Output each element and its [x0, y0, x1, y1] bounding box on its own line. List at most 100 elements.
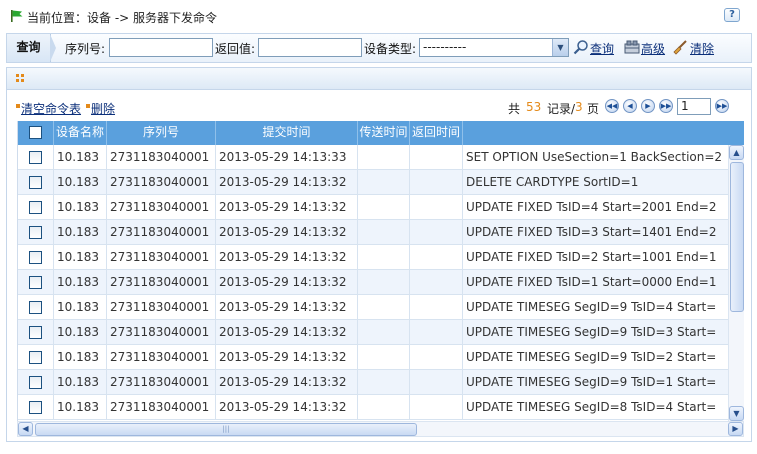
- cell-return-time: [410, 345, 463, 369]
- select-all-checkbox[interactable]: [29, 126, 42, 139]
- clear-command-table-link[interactable]: 清空命令表: [21, 100, 81, 117]
- row-checkbox[interactable]: [29, 401, 42, 414]
- advanced-button[interactable]: 高级: [641, 40, 665, 57]
- row-checkbox[interactable]: [29, 301, 42, 314]
- search-icon[interactable]: [573, 39, 589, 55]
- last-page-icon[interactable]: ▶▶: [659, 99, 673, 113]
- vertical-scrollbar[interactable]: ▲ ▼: [728, 145, 744, 421]
- cell-device-name: 10.183: [54, 145, 107, 169]
- breadcrumb: 当前位置：设备 -> 服务器下发命令: [27, 11, 218, 25]
- panel-header: [7, 68, 751, 90]
- cell-select: [18, 395, 54, 419]
- cell-return-time: [410, 320, 463, 344]
- pager-prefix: 共: [508, 102, 521, 116]
- bullet-icon: [86, 104, 90, 108]
- cell-command: UPDATE TIMESEG SegID=9 TsID=2 Start=: [466, 350, 717, 364]
- table-row[interactable]: 10.183 2731183040001 2013-05-29 14:13:32 UP…: [18, 295, 728, 320]
- scroll-left-icon[interactable]: ◀: [18, 422, 33, 436]
- cell-submit-time: 2013-05-29 14:13:32: [216, 345, 358, 369]
- go-page-icon[interactable]: ▶▶: [715, 99, 729, 113]
- cell-select: [18, 370, 54, 394]
- row-checkbox[interactable]: [29, 326, 42, 339]
- table-row[interactable]: 10.183 2731183040001 2013-05-29 14:13:32 UP…: [18, 195, 728, 220]
- cell-command: UPDATE TIMESEG SegID=8 TsID=4 Start=: [466, 400, 717, 414]
- vertical-scroll-thumb[interactable]: [730, 162, 744, 312]
- pager-total: 53: [526, 100, 542, 114]
- table-row[interactable]: 10.183 2731183040001 2013-05-29 14:13:32 DE…: [18, 170, 728, 195]
- header-return-time[interactable]: 返回时间: [410, 121, 463, 145]
- cell-select: [18, 220, 54, 244]
- page-number-input[interactable]: 1: [677, 98, 711, 115]
- table-row[interactable]: 10.183 2731183040001 2013-05-29 14:13:32 UP…: [18, 345, 728, 370]
- table-row[interactable]: 10.183 2731183040001 2013-05-29 14:13:32 UP…: [18, 270, 728, 295]
- cell-submit-time: 2013-05-29 14:13:33: [216, 145, 358, 169]
- scroll-right-icon[interactable]: ▶: [728, 422, 743, 436]
- tab-query[interactable]: 查询: [7, 34, 56, 62]
- row-checkbox[interactable]: [29, 176, 42, 189]
- row-checkbox[interactable]: [29, 226, 42, 239]
- header-command[interactable]: [463, 121, 744, 145]
- broom-icon[interactable]: [672, 39, 688, 55]
- cell-select: [18, 170, 54, 194]
- table-row[interactable]: 10.183 2731183040001 2013-05-29 14:13:32 UP…: [18, 370, 728, 395]
- cell-sent-time: [358, 220, 410, 244]
- row-checkbox[interactable]: [29, 351, 42, 364]
- scroll-up-icon[interactable]: ▲: [729, 145, 744, 160]
- serial-input[interactable]: [109, 38, 213, 57]
- table-row[interactable]: 10.183 2731183040001 2013-05-29 14:13:32 UP…: [18, 220, 728, 245]
- cell-return-time: [410, 170, 463, 194]
- clear-button[interactable]: 清除: [690, 40, 714, 57]
- bullet-icon: [16, 104, 20, 108]
- cell-select: [18, 245, 54, 269]
- row-checkbox[interactable]: [29, 151, 42, 164]
- advanced-icon[interactable]: [624, 39, 640, 55]
- cell-device-name: 10.183: [54, 195, 107, 219]
- header-sent-time[interactable]: 传送时间: [358, 121, 410, 145]
- table-row[interactable]: 10.183 2731183040001 2013-05-29 14:13:32 UP…: [18, 320, 728, 345]
- cell-return-time: [410, 295, 463, 319]
- header-serial[interactable]: 序列号: [107, 121, 216, 145]
- first-page-icon[interactable]: ◀◀: [605, 99, 619, 113]
- table-row[interactable]: 10.183 2731183040001 2013-05-29 14:13:32 UP…: [18, 395, 728, 420]
- cell-device-name: 10.183: [54, 170, 107, 194]
- prev-page-icon[interactable]: ◀: [623, 99, 637, 113]
- device-type-select[interactable]: ---------- ▼: [419, 38, 569, 57]
- horizontal-scroll-thumb[interactable]: |||: [35, 423, 417, 436]
- flag-icon: [11, 10, 23, 22]
- horizontal-scrollbar[interactable]: ◀ ||| ▶: [17, 421, 744, 437]
- results-panel: 清空命令表 删除 共 53 记录/ 3 页 ◀◀ ◀ ▶ ▶▶ 1 ▶▶ 设备名…: [6, 67, 752, 442]
- chevron-down-icon[interactable]: ▼: [552, 39, 568, 56]
- cell-command: UPDATE FIXED TsID=3 Start=1401 End=2: [466, 225, 717, 239]
- cell-select: [18, 270, 54, 294]
- delete-link[interactable]: 删除: [91, 100, 115, 117]
- cell-device-name: 10.183: [54, 245, 107, 269]
- cell-serial: 2731183040001: [107, 295, 216, 319]
- cell-sent-time: [358, 170, 410, 194]
- help-icon[interactable]: ?: [724, 8, 740, 22]
- row-checkbox[interactable]: [29, 276, 42, 289]
- cell-sent-time: [358, 145, 410, 169]
- row-checkbox[interactable]: [29, 376, 42, 389]
- return-value-input[interactable]: [258, 38, 362, 57]
- cell-sent-time: [358, 320, 410, 344]
- cell-select: [18, 145, 54, 169]
- search-button[interactable]: 查询: [590, 40, 614, 57]
- header-device-name[interactable]: 设备名称: [54, 121, 107, 145]
- cell-return-time: [410, 145, 463, 169]
- device-type-value: ----------: [423, 40, 467, 54]
- next-page-icon[interactable]: ▶: [641, 99, 655, 113]
- cell-submit-time: 2013-05-29 14:13:32: [216, 270, 358, 294]
- cell-device-name: 10.183: [54, 220, 107, 244]
- row-checkbox[interactable]: [29, 201, 42, 214]
- table-row[interactable]: 10.183 2731183040001 2013-05-29 14:13:33 SE…: [18, 145, 728, 170]
- table-header: 设备名称 序列号 提交时间 传送时间 返回时间: [18, 121, 744, 145]
- return-value-label: 返回值:: [215, 42, 256, 56]
- cell-submit-time: 2013-05-29 14:13:32: [216, 170, 358, 194]
- cell-command: SET OPTION UseSection=1 BackSection=2: [466, 150, 723, 164]
- header-submit-time[interactable]: 提交时间: [216, 121, 358, 145]
- table-row[interactable]: 10.183 2731183040001 2013-05-29 14:13:32 UP…: [18, 245, 728, 270]
- row-checkbox[interactable]: [29, 251, 42, 264]
- cell-command: UPDATE TIMESEG SegID=9 TsID=3 Start=: [466, 325, 717, 339]
- cell-command: UPDATE FIXED TsID=1 Start=0000 End=1: [466, 275, 717, 289]
- scroll-down-icon[interactable]: ▼: [729, 406, 744, 421]
